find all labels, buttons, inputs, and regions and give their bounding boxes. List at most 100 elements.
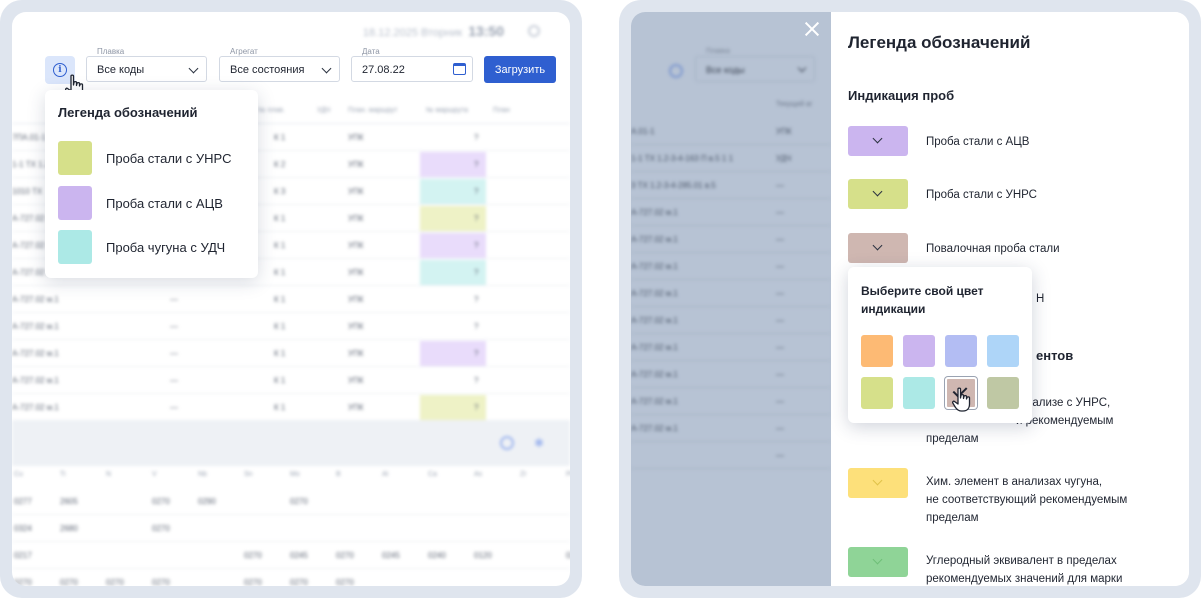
table-cell: 3 ТХ 1.2-3-4-285.01 в.5 xyxy=(631,181,716,190)
table-cell: А-727.02 м.1 xyxy=(631,397,678,406)
unit-select[interactable]: Агрегат Все состояния xyxy=(219,47,340,82)
melt-select-label: Плавка xyxy=(706,48,730,55)
table-header: № маршрута xyxy=(426,107,469,114)
table-row[interactable]: 0270 0270 0270 0270 0270 0270 0270 xyxy=(12,569,570,586)
table-row[interactable]: А-727.02 м.1 — К 1 УПК? xyxy=(12,286,570,313)
color-option[interactable] xyxy=(861,335,893,367)
table-cell: А-727.02 м.1 xyxy=(631,424,678,433)
color-option[interactable] xyxy=(987,335,1019,367)
legend-item: Проба стали с УНРС xyxy=(58,141,248,175)
table-header: Текущий аг xyxy=(776,101,813,108)
table-cell: УПК xyxy=(776,127,792,136)
table-cell: К 1 xyxy=(274,295,286,304)
element-header: Ca xyxy=(428,471,437,478)
legend-row: Проба стали с УНРС xyxy=(848,179,1178,209)
section-title-samples: Индикация проб xyxy=(848,88,955,103)
unit-select-label: Агрегат xyxy=(230,47,258,56)
table-header: План xyxy=(493,107,510,114)
table-cell: 7ПА.01-1 xyxy=(12,133,46,142)
legend-popover-title: Легенда обозначений xyxy=(58,105,198,120)
details-settings-icon[interactable]: ✱ xyxy=(534,436,548,450)
date-field[interactable]: Дата 27.08.22 xyxy=(351,47,473,82)
table-row[interactable]: 0217 0270 0245 0270 0245 0240 0120 0270 xyxy=(12,542,570,569)
unit-select-value: Все состояния xyxy=(230,64,305,76)
table-cell: УПК xyxy=(348,295,364,304)
chevron-down-icon xyxy=(872,475,883,486)
table-row: А-727.02 м.1 — xyxy=(631,280,831,307)
color-option[interactable] xyxy=(987,377,1019,409)
elements-header-row: CuTiNVNbSnMoBAlCaAsZrPbBiWCeSe xyxy=(12,466,570,486)
table-header: План. маршрут xyxy=(348,107,398,114)
table-cell: К 1 xyxy=(274,349,286,358)
table-row: А-727.02 м.1 — xyxy=(631,334,831,361)
table-cell: ? xyxy=(474,268,479,277)
element-header: Sn xyxy=(244,471,253,478)
text-line: Хим. элемент в анализах чугуна, xyxy=(926,476,1103,488)
table-row[interactable]: 0277 2605 0270 0290 0270 xyxy=(12,488,570,515)
table-cell: К 3 xyxy=(274,187,286,196)
table-cell: — xyxy=(776,451,784,460)
close-icon[interactable] xyxy=(803,20,821,38)
table-cell: УПК xyxy=(348,160,364,169)
color-option[interactable] xyxy=(903,377,935,409)
table-cell: 1-1 ТХ 1.2-3-4-163 П в.5 1 1 xyxy=(631,154,734,163)
calendar-icon[interactable] xyxy=(453,63,466,75)
element-header: B xyxy=(336,471,341,478)
table-cell: А-727.02 м.1 xyxy=(631,289,678,298)
legend-row-label: Углеродный эквивалент в пределах рекомен… xyxy=(926,552,1176,586)
element-header: As xyxy=(474,471,483,478)
table-cell: УПК xyxy=(348,241,364,250)
color-option[interactable] xyxy=(861,377,893,409)
table-cell: ? xyxy=(474,349,479,358)
table-row: А-727.02 м.1 — xyxy=(631,253,831,280)
table-cell: 0270 xyxy=(290,497,308,506)
date-field-value: 27.08.22 xyxy=(362,64,405,76)
table-cell: А-727.02 м.1 xyxy=(12,349,59,358)
table-cell: 0270 xyxy=(336,578,354,586)
load-button[interactable]: Загрузить xyxy=(484,56,556,83)
table-cell: 0277 xyxy=(14,497,32,506)
table-cell: 0270 xyxy=(290,578,308,586)
table-cell: УДЧ xyxy=(776,154,792,163)
color-option[interactable] xyxy=(945,335,977,367)
table-cell: К 1 xyxy=(274,403,286,412)
chevron-down-icon xyxy=(797,63,807,73)
element-header: V xyxy=(152,471,157,478)
legend-color-swatch[interactable] xyxy=(848,233,908,263)
legend-color-swatch[interactable] xyxy=(848,179,908,209)
details-info-icon[interactable] xyxy=(500,436,514,450)
legend-color-swatch[interactable] xyxy=(848,547,908,577)
table-cell: — xyxy=(170,295,178,304)
legend-row: Проба стали с АЦВ xyxy=(848,126,1178,156)
settings-gear-icon[interactable] xyxy=(528,25,540,37)
date-field-label: Дата xyxy=(362,47,380,56)
table-row[interactable]: А-727.02 м.1 — К 1 УПК? xyxy=(12,394,570,421)
table-cell: УПК xyxy=(348,268,364,277)
text-line: пределам xyxy=(926,433,979,445)
table-cell: — xyxy=(170,403,178,412)
legend-color-swatch[interactable] xyxy=(848,468,908,498)
table-cell: УПК xyxy=(348,322,364,331)
table-row[interactable]: 0324 2680 0270 xyxy=(12,515,570,542)
melt-select[interactable]: Плавка Все коды xyxy=(86,47,207,82)
legend-color-swatch[interactable] xyxy=(848,126,908,156)
text-line: рекомендуемых значений для марки xyxy=(926,573,1123,585)
table-cell: ? xyxy=(474,160,479,169)
table-cell: 0245 xyxy=(382,551,400,560)
text-line: пределам xyxy=(926,512,979,524)
table-cell: ? xyxy=(474,403,479,412)
legend-row: Хим. элемент в анализах чугуна, не соотв… xyxy=(848,468,1178,528)
chevron-down-icon xyxy=(872,186,883,197)
table-cell: — xyxy=(776,262,784,271)
color-picker-popover: Выберите свой цвет индикации xyxy=(848,267,1032,423)
table-cell: УПК xyxy=(348,349,364,358)
legend-swatch xyxy=(58,141,92,175)
table-row[interactable]: А-727.02 м.1 — К 1 УПК? xyxy=(12,313,570,340)
legend-row-label: Проба стали с АЦВ xyxy=(926,136,1030,148)
table-row[interactable]: А-727.02 м.1 — К 1 УПК? xyxy=(12,367,570,394)
table-cell: ? xyxy=(474,187,479,196)
color-option[interactable] xyxy=(903,335,935,367)
element-header: Ti xyxy=(60,471,66,478)
legend-row: Повалочная проба стали xyxy=(848,233,1178,263)
table-row[interactable]: А-727.02 м.1 — К 1 УПК? xyxy=(12,340,570,367)
